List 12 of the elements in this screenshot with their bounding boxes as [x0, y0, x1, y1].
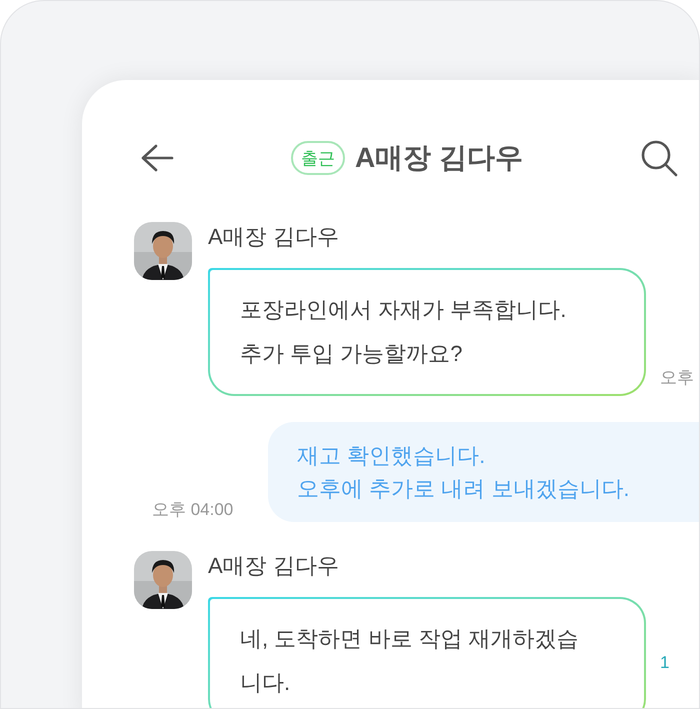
message-text: 포장라인에서 자재가 부족합니다. 추가 투입 가능할까요?: [240, 296, 568, 368]
sender-name: A매장 김다우: [208, 552, 340, 580]
unread-count: 1: [660, 652, 670, 674]
back-icon[interactable]: [140, 143, 174, 173]
timestamp: 오후 04:00: [152, 498, 234, 520]
status-badge: 출근: [291, 141, 345, 175]
chat-title: A매장 김다우: [355, 141, 523, 175]
message-text: 재고 확인했습니다. 오후에 추가로 내려 보내겠습니다.: [297, 442, 630, 503]
search-icon[interactable]: [640, 139, 678, 177]
timestamp: 오후: [660, 366, 694, 388]
sender-name: A매장 김다우: [208, 223, 340, 251]
message-text: 네, 도착하면 바로 작업 재개하겠습니다.: [240, 625, 580, 697]
